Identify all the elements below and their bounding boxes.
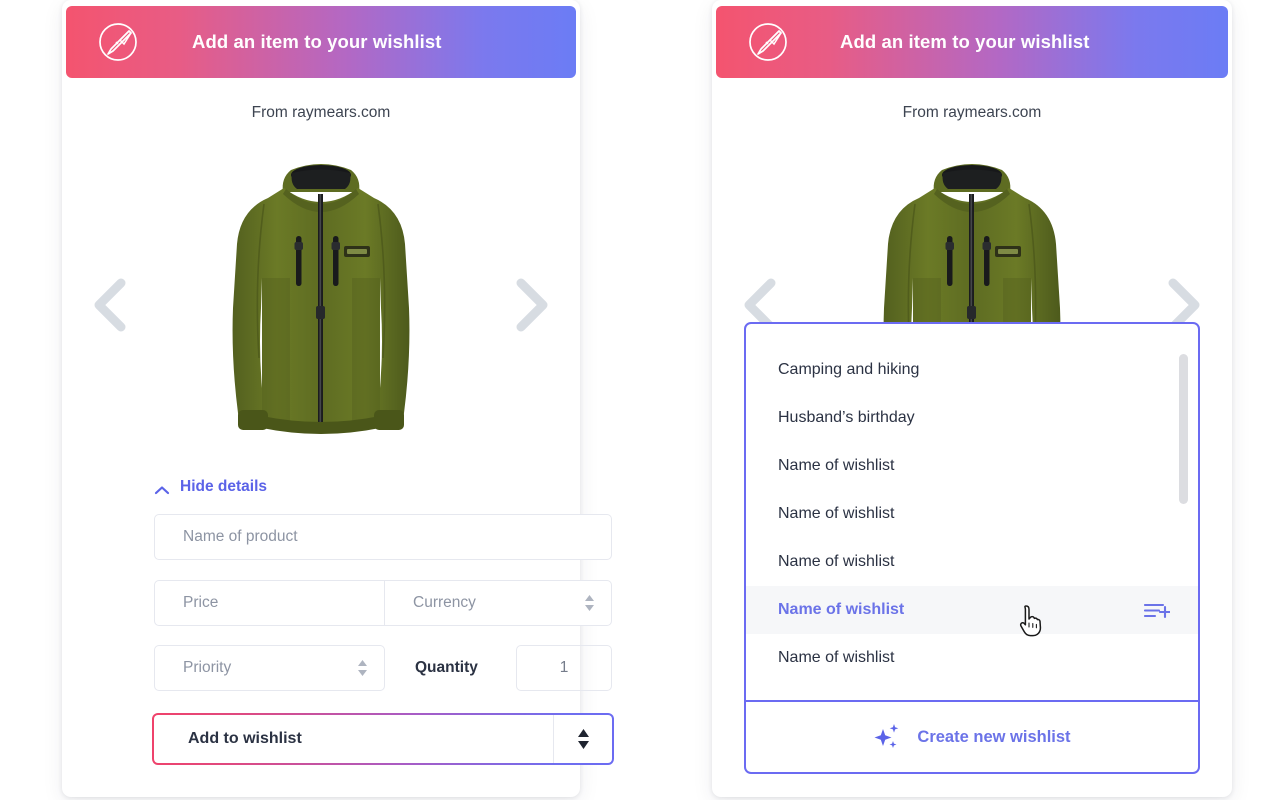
list-item-label: Husband’s birthday bbox=[778, 409, 915, 426]
card-header: Add an item to your wishlist bbox=[66, 6, 576, 78]
card-title: Add an item to your wishlist bbox=[192, 31, 442, 52]
price-input[interactable]: Price bbox=[154, 580, 385, 626]
wishlist-card-right: Add an item to your wishlist From raymea… bbox=[712, 0, 1232, 797]
source-label: From raymears.com bbox=[251, 104, 391, 121]
add-to-wishlist-select-inner: Add to wishlist bbox=[154, 715, 612, 763]
list-item-hovered[interactable]: Name of wishlist bbox=[746, 586, 1198, 634]
quantity-label: Quantity bbox=[415, 659, 478, 676]
list-add-icon[interactable] bbox=[1143, 602, 1172, 619]
chevron-right-icon[interactable] bbox=[508, 275, 554, 335]
priority-select[interactable]: Priority bbox=[154, 645, 385, 691]
wishlist-card-left: Add an item to your wishlist From raymea… bbox=[62, 0, 614, 797]
priority-select-label: Priority bbox=[183, 659, 232, 676]
screenshot-stage: Add an item to your wishlist From raymea… bbox=[0, 0, 1280, 800]
wishlist-dropdown-list: Camping and hiking Husband’s birthday Na… bbox=[746, 324, 1198, 700]
priority-quantity-row: Priority Quantity 1 bbox=[154, 645, 612, 691]
add-to-wishlist-select[interactable]: Add to wishlist bbox=[152, 713, 614, 765]
compass-logo-icon bbox=[96, 20, 140, 64]
sort-updown-icon bbox=[582, 593, 597, 613]
product-carousel bbox=[62, 150, 580, 460]
chevron-left-icon[interactable] bbox=[88, 275, 134, 335]
list-item-label: Name of wishlist bbox=[778, 553, 895, 570]
hide-details-label: Hide details bbox=[180, 478, 267, 495]
product-name-row: Name of product bbox=[154, 514, 612, 560]
list-item-label: Camping and hiking bbox=[778, 361, 920, 378]
create-new-wishlist-button[interactable]: Create new wishlist bbox=[746, 700, 1198, 772]
list-item-label: Name of wishlist bbox=[778, 505, 895, 522]
add-to-wishlist-label: Add to wishlist bbox=[188, 730, 302, 747]
sort-updown-icon[interactable] bbox=[554, 727, 612, 751]
card-title: Add an item to your wishlist bbox=[840, 31, 1090, 52]
create-new-wishlist-label: Create new wishlist bbox=[917, 727, 1071, 746]
card-header: Add an item to your wishlist bbox=[716, 6, 1228, 78]
list-item-label: Name of wishlist bbox=[778, 649, 895, 666]
vertical-scrollbar[interactable] bbox=[1179, 354, 1188, 504]
currency-select[interactable]: Currency bbox=[385, 580, 612, 626]
list-item[interactable]: Name of wishlist bbox=[746, 634, 1198, 682]
price-currency-row: Price Currency bbox=[154, 580, 612, 626]
compass-logo-icon bbox=[746, 20, 790, 64]
list-item[interactable]: Name of wishlist bbox=[746, 490, 1198, 538]
product-name-input[interactable]: Name of product bbox=[154, 514, 612, 560]
list-item[interactable]: Camping and hiking bbox=[746, 346, 1198, 394]
wishlist-dropdown: Camping and hiking Husband’s birthday Na… bbox=[744, 322, 1200, 774]
sort-updown-icon bbox=[355, 658, 370, 678]
sparkles-icon bbox=[873, 722, 903, 752]
pointing-hand-cursor bbox=[1018, 604, 1044, 638]
quantity-input[interactable]: 1 bbox=[516, 645, 612, 691]
list-item[interactable]: Husband’s birthday bbox=[746, 394, 1198, 442]
chevron-up-icon bbox=[154, 482, 170, 495]
list-item-label: Name of wishlist bbox=[778, 457, 895, 474]
source-label: From raymears.com bbox=[902, 104, 1042, 121]
list-item[interactable]: Name of wishlist bbox=[746, 538, 1198, 586]
list-item[interactable]: Name of wishlist bbox=[746, 442, 1198, 490]
hide-details-toggle[interactable]: Hide details bbox=[154, 478, 267, 496]
currency-select-label: Currency bbox=[413, 594, 476, 611]
list-item-label: Name of wishlist bbox=[778, 601, 905, 618]
product-image bbox=[228, 158, 414, 450]
